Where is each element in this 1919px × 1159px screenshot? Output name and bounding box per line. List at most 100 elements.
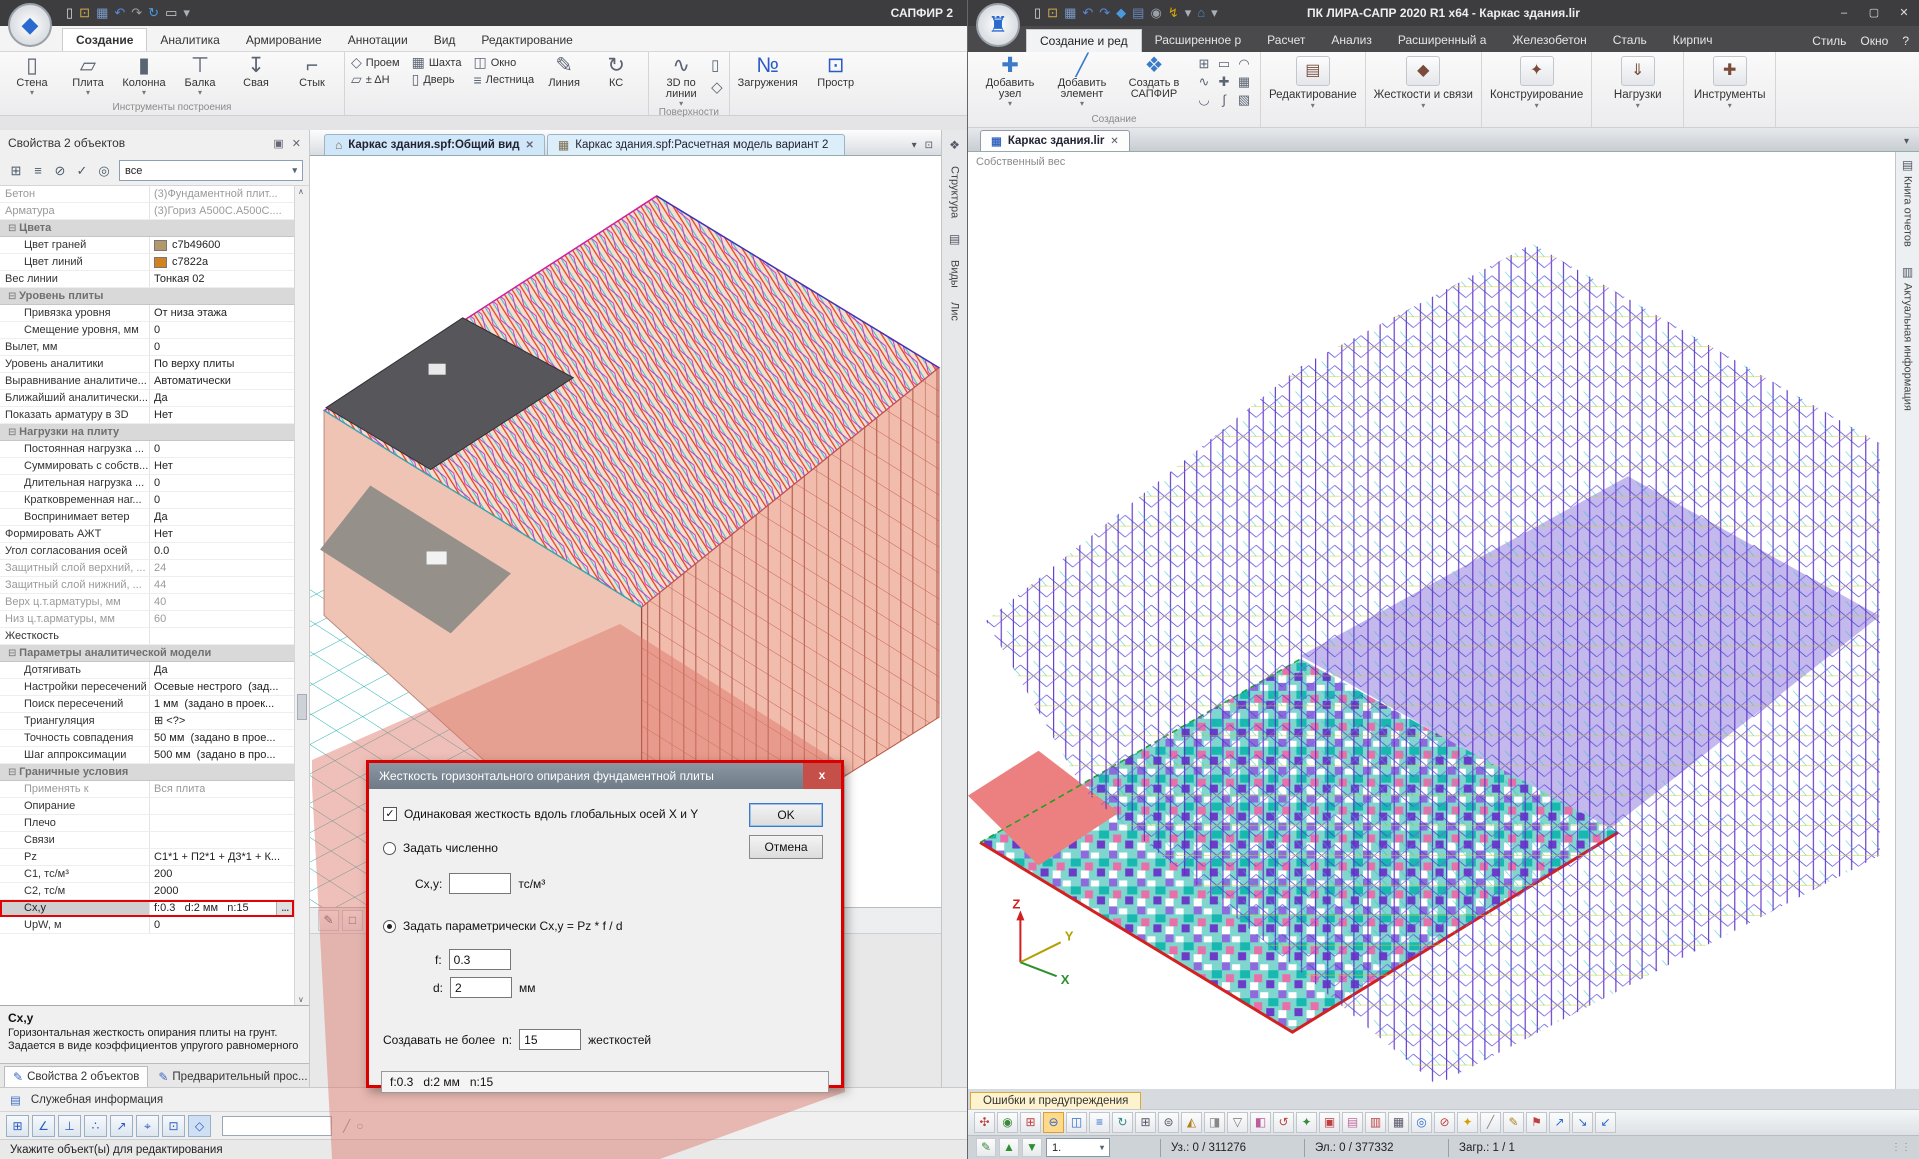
prop-long-load[interactable]: Длительная нагрузка ... 0 [0, 475, 294, 492]
structure-panel-tab[interactable]: Структура [949, 166, 961, 218]
measure-icon[interactable]: ╱ [343, 1119, 350, 1133]
rotate-icon[interactable]: ↻ [1112, 1112, 1133, 1133]
n-input[interactable]: 15 [519, 1029, 582, 1050]
more-icon[interactable]: ▾ [1211, 5, 1218, 21]
section-slab-level[interactable]: Уровень плиты [0, 288, 294, 305]
prop-ties[interactable]: Связи [0, 832, 294, 849]
bar-icon[interactable]: ▭ [1214, 56, 1234, 74]
length-icon[interactable]: ╱ [1480, 1112, 1501, 1133]
prop-azht[interactable]: Формировать АЖТ Нет [0, 526, 294, 543]
open-file-icon[interactable]: ⊡ [1047, 5, 1058, 21]
numeric-radio[interactable] [383, 841, 396, 855]
cancel-button[interactable]: Отмена [749, 835, 823, 859]
tab-preview[interactable]: ✎ Предварительный прос... [150, 1067, 315, 1087]
prop-extend[interactable]: Дотягивать Да [0, 662, 294, 679]
prop-c1[interactable]: C1, тс/м³ 200 [0, 866, 294, 883]
torch-icon[interactable]: ✦ [1457, 1112, 1478, 1133]
search-icon[interactable]: ◎ [94, 161, 114, 181]
save-icon[interactable]: ▦ [1064, 5, 1076, 21]
parametric-radio[interactable] [383, 919, 396, 933]
lines-icon[interactable]: ≡ [1089, 1112, 1110, 1133]
loadcase-select[interactable]: 1. ▾ [1046, 1138, 1110, 1157]
brush-icon[interactable]: ✦ [1296, 1112, 1317, 1133]
scroll-down-icon[interactable]: ∨ [298, 995, 304, 1004]
loop-icon[interactable]: ↺ [1273, 1112, 1294, 1133]
resize-grip[interactable]: ⋮⋮ [1891, 1142, 1911, 1153]
pencil-icon[interactable]: ✎ [1503, 1112, 1524, 1133]
magnet-off-icon[interactable]: ⊡ [162, 1114, 185, 1137]
box-icon[interactable]: □ [342, 910, 363, 931]
tab-list-icon[interactable]: ▾ [912, 140, 917, 151]
redo-icon[interactable]: ↷ [131, 5, 142, 21]
filter-icon[interactable]: ▽ [1227, 1112, 1248, 1133]
ellipsis-button[interactable]: ... [276, 900, 294, 916]
style-menu[interactable]: Стиль [1812, 34, 1846, 48]
cxy-input[interactable] [449, 873, 512, 894]
close-tab-icon[interactable]: ✕ [1110, 136, 1118, 147]
views-icon[interactable]: ▤ [949, 232, 960, 246]
tab-list-icon[interactable]: ▾ [1904, 136, 1919, 151]
red-grid-icon[interactable]: ⊞ [1020, 1112, 1041, 1133]
properties-scrollbar[interactable]: ∧ ∨ [294, 186, 309, 1005]
dialog-titlebar[interactable]: Жесткость горизонтального опирания фунда… [369, 763, 841, 789]
select-poly-icon[interactable]: ✣ [974, 1112, 995, 1133]
space-button[interactable]: ⊡ Простр [804, 54, 868, 89]
d-input[interactable]: 2 [450, 977, 513, 998]
new-file-icon[interactable]: ▯ [1034, 5, 1041, 21]
magnet-screen-icon[interactable]: ⌖ [136, 1114, 159, 1137]
prop-rebar[interactable]: Арматура (3)Гориз А500С.А500С.... [0, 203, 294, 220]
scroll-up-icon[interactable]: ∧ [298, 187, 304, 196]
joint-button[interactable]: ⌐ Стык [286, 54, 338, 89]
f-input[interactable]: 0.3 [448, 949, 511, 970]
ok-button[interactable]: OK [749, 803, 823, 827]
open-file-icon[interactable]: ⊡ [79, 5, 90, 21]
stiffness-panel-button[interactable]: ◆ Жесткости и связи ▾ [1366, 52, 1482, 127]
model-icon[interactable]: ◆ [1116, 5, 1126, 21]
zoom-in-icon[interactable]: ◎ [1411, 1112, 1432, 1133]
wall-button[interactable]: ▯ Стена ▾ [6, 54, 58, 97]
apply-icon[interactable]: ✓ [72, 161, 92, 181]
mesh-icon[interactable]: ⊞ [1135, 1112, 1156, 1133]
add-node-button[interactable]: ✚ Добавить узел ▾ [974, 54, 1046, 108]
ribbon-tab[interactable]: Редактирование [468, 29, 585, 51]
edit-panel-button[interactable]: ▤ Редактирование ▾ [1261, 52, 1366, 127]
undo-icon[interactable]: ↶ [1082, 5, 1093, 21]
prev-load-icon[interactable]: ▲ [999, 1138, 1019, 1157]
document-tab[interactable]: ▦ Каркас здания.lir ✕ [980, 130, 1130, 151]
circle-tool-icon[interactable]: ○ [356, 1119, 363, 1133]
tools-panel-button[interactable]: ✚ Инструменты ▾ [1684, 52, 1777, 127]
help-menu[interactable]: ? [1902, 34, 1909, 48]
ribbon-tab[interactable]: Создание [62, 28, 148, 51]
sheets-panel-tab[interactable]: Лис [949, 302, 961, 321]
prop-apply-to[interactable]: Применять к Вся плита [0, 781, 294, 798]
sync-icon[interactable]: ↻ [148, 5, 159, 21]
filter-props-icon[interactable]: ⊘ [50, 161, 70, 181]
edit-load-icon[interactable]: ✎ [976, 1138, 996, 1157]
ef-icon[interactable]: ⊜ [1158, 1112, 1179, 1133]
prop-triangulation[interactable]: Триангуляция ⊞ <?> [0, 713, 294, 730]
ribbon-tab[interactable]: Армирование [233, 29, 335, 51]
dd-icon[interactable]: ▾ [1185, 5, 1192, 21]
ribbon-tab[interactable]: Железобетон [1499, 29, 1599, 52]
edit-icon[interactable]: ✎ [318, 910, 339, 931]
3d-by-line-button[interactable]: ∿ 3D по линии ▾ [655, 54, 707, 108]
new-view-icon[interactable]: ⊡ [925, 140, 933, 151]
frame2-icon[interactable]: ▤ [1342, 1112, 1363, 1133]
surface-icon[interactable]: ∫ [1214, 92, 1234, 110]
prop-arm[interactable]: Плечо [0, 815, 294, 832]
mirror-icon[interactable]: ◧ [1250, 1112, 1271, 1133]
expand-all-icon[interactable]: ⊞ [6, 161, 26, 181]
prop-pz[interactable]: Pz C1*1 + П2*1 + Д3*1 + К... [0, 849, 294, 866]
delta-h-button[interactable]: ▱ ± ΔН [351, 71, 400, 88]
prop-support[interactable]: Опирание [0, 798, 294, 815]
door-button[interactable]: ▯ Дверь [412, 71, 462, 88]
prop-line-weight[interactable]: Вес линии Тонкая 02 [0, 271, 294, 288]
prop-rebar-top[interactable]: Верх ц.т.арматуры, мм 40 [0, 594, 294, 611]
zoom-off-icon[interactable]: ⊘ [1434, 1112, 1455, 1133]
prop-cover-top[interactable]: Защитный слой верхний, ... 24 [0, 560, 294, 577]
select-node-icon[interactable]: ◉ [997, 1112, 1018, 1133]
proj-xy-icon[interactable]: ↘ [1572, 1112, 1593, 1133]
prop-approx-step[interactable]: Шаг аппроксимации 500 мм (задано в про..… [0, 747, 294, 764]
redo-icon[interactable]: ↷ [1099, 5, 1110, 21]
prop-match-precision[interactable]: Точность совпадения 50 мм (задано в прое… [0, 730, 294, 747]
